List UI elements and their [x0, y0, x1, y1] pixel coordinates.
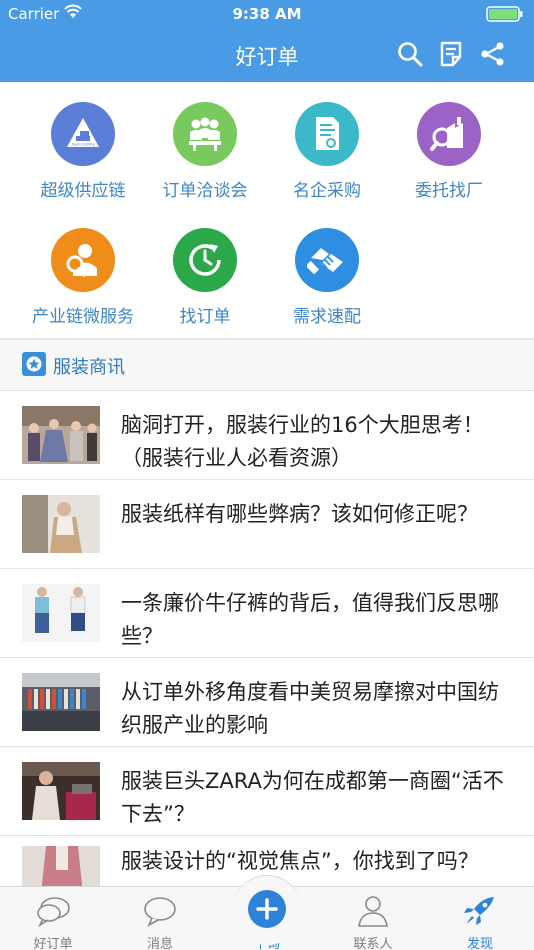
logo-text: Jiaxin Clothing — [71, 143, 94, 147]
tab-messages[interactable]: 消息 — [107, 887, 213, 950]
tab-label: 联系人 — [353, 937, 393, 950]
grid-item-label: 找订单 — [179, 307, 231, 327]
clock-refresh-icon — [173, 228, 237, 292]
news-thumbnail — [22, 762, 100, 820]
news-item[interactable]: 一条廉价牛仔裤的背后，值得我们反思哪些？ — [0, 569, 534, 657]
plus-icon[interactable] — [248, 890, 286, 928]
grid-item-micro-service[interactable]: 产业链微服务 — [22, 208, 144, 328]
section-header: 服装商讯 — [0, 340, 534, 390]
grid-item-label: 超级供应链 — [40, 181, 126, 201]
news-title: 服装巨头ZARA为何在成都第一商圈“活不下去”？ — [121, 769, 504, 826]
grid-item-brand-purchase[interactable]: 名企采购 — [266, 82, 388, 202]
tab-discover[interactable]: 发现 — [427, 887, 533, 950]
clock: 9:38 AM — [232, 5, 302, 23]
tab-haodingdan[interactable]: 好订单 — [0, 887, 106, 950]
grid-item-label: 产业链微服务 — [32, 307, 134, 327]
grid-item-label: 名企采购 — [293, 181, 361, 201]
section-title: 服装商讯 — [53, 357, 125, 378]
service-person-icon — [51, 228, 115, 292]
news-title: 从订单外移角度看中美贸易摩擦对中国纺织服产业的影响 — [121, 680, 499, 737]
document-icon[interactable] — [438, 40, 466, 68]
news-thumbnail — [22, 495, 100, 553]
grid-item-label: 委托找厂 — [415, 181, 483, 201]
grid-item-label: 需求速配 — [293, 307, 361, 327]
news-item[interactable]: 服装巨头ZARA为何在成都第一商圈“活不下去”？ — [0, 747, 534, 835]
news-title: 服装设计的“视觉焦点”，你找到了吗？ — [121, 849, 479, 873]
tab-label: 消息 — [146, 937, 173, 950]
chat-bubbles-icon — [35, 895, 71, 928]
certificate-icon — [295, 102, 359, 166]
status-bar: Carrier 9:38 AM — [0, 0, 534, 28]
battery-icon — [486, 6, 524, 22]
search-icon[interactable] — [396, 40, 424, 68]
tab-label: 好订单 — [33, 937, 73, 950]
rocket-icon — [462, 895, 498, 927]
news-title: 脑洞打开，服装行业的16个大胆思考！（服装行业人必看资源） — [121, 413, 484, 470]
news-item[interactable]: 服装纸样有哪些弊病？该如何修正呢？ — [0, 480, 534, 568]
grid-item-find-order[interactable]: 找订单 — [144, 208, 266, 328]
factory-search-icon — [417, 102, 481, 166]
tab-contacts[interactable]: 联系人 — [320, 887, 426, 950]
nav-bar: 好订单 — [0, 28, 534, 82]
feature-grid: Jiaxin Clothing 超级供应链 订单洽谈会 名企采购 委托找厂 产业… — [0, 82, 534, 338]
news-thumbnail — [22, 673, 100, 731]
news-badge-icon — [22, 352, 46, 376]
grid-item-factory-search[interactable]: 委托找厂 — [388, 82, 510, 202]
news-item[interactable]: 脑洞打开，服装行业的16个大胆思考！（服装行业人必看资源） — [0, 391, 534, 479]
contact-person-icon — [355, 895, 391, 927]
share-icon[interactable] — [479, 40, 507, 68]
grid-item-label: 订单洽谈会 — [162, 181, 248, 201]
news-thumbnail — [22, 584, 100, 642]
grid-item-supply-chain[interactable]: Jiaxin Clothing 超级供应链 — [22, 82, 144, 202]
tab-label: 发现 — [466, 937, 493, 950]
news-title: 服装纸样有哪些弊病？该如何修正呢？ — [121, 502, 478, 526]
handshake-icon — [295, 228, 359, 292]
news-thumbnail — [22, 846, 100, 886]
news-thumbnail — [22, 406, 100, 464]
news-title: 一条廉价牛仔裤的背后，值得我们反思哪些？ — [121, 591, 499, 648]
meeting-icon — [173, 102, 237, 166]
message-icon — [142, 895, 178, 927]
grid-item-demand-match[interactable]: 需求速配 — [266, 208, 388, 328]
grid-item-order-meeting[interactable]: 订单洽谈会 — [144, 82, 266, 202]
top-bar: Carrier 9:38 AM 好订单 — [0, 0, 534, 82]
sewing-machine-icon: Jiaxin Clothing — [51, 102, 115, 166]
news-item[interactable]: 从订单外移角度看中美贸易摩擦对中国纺织服产业的影响 — [0, 658, 534, 746]
